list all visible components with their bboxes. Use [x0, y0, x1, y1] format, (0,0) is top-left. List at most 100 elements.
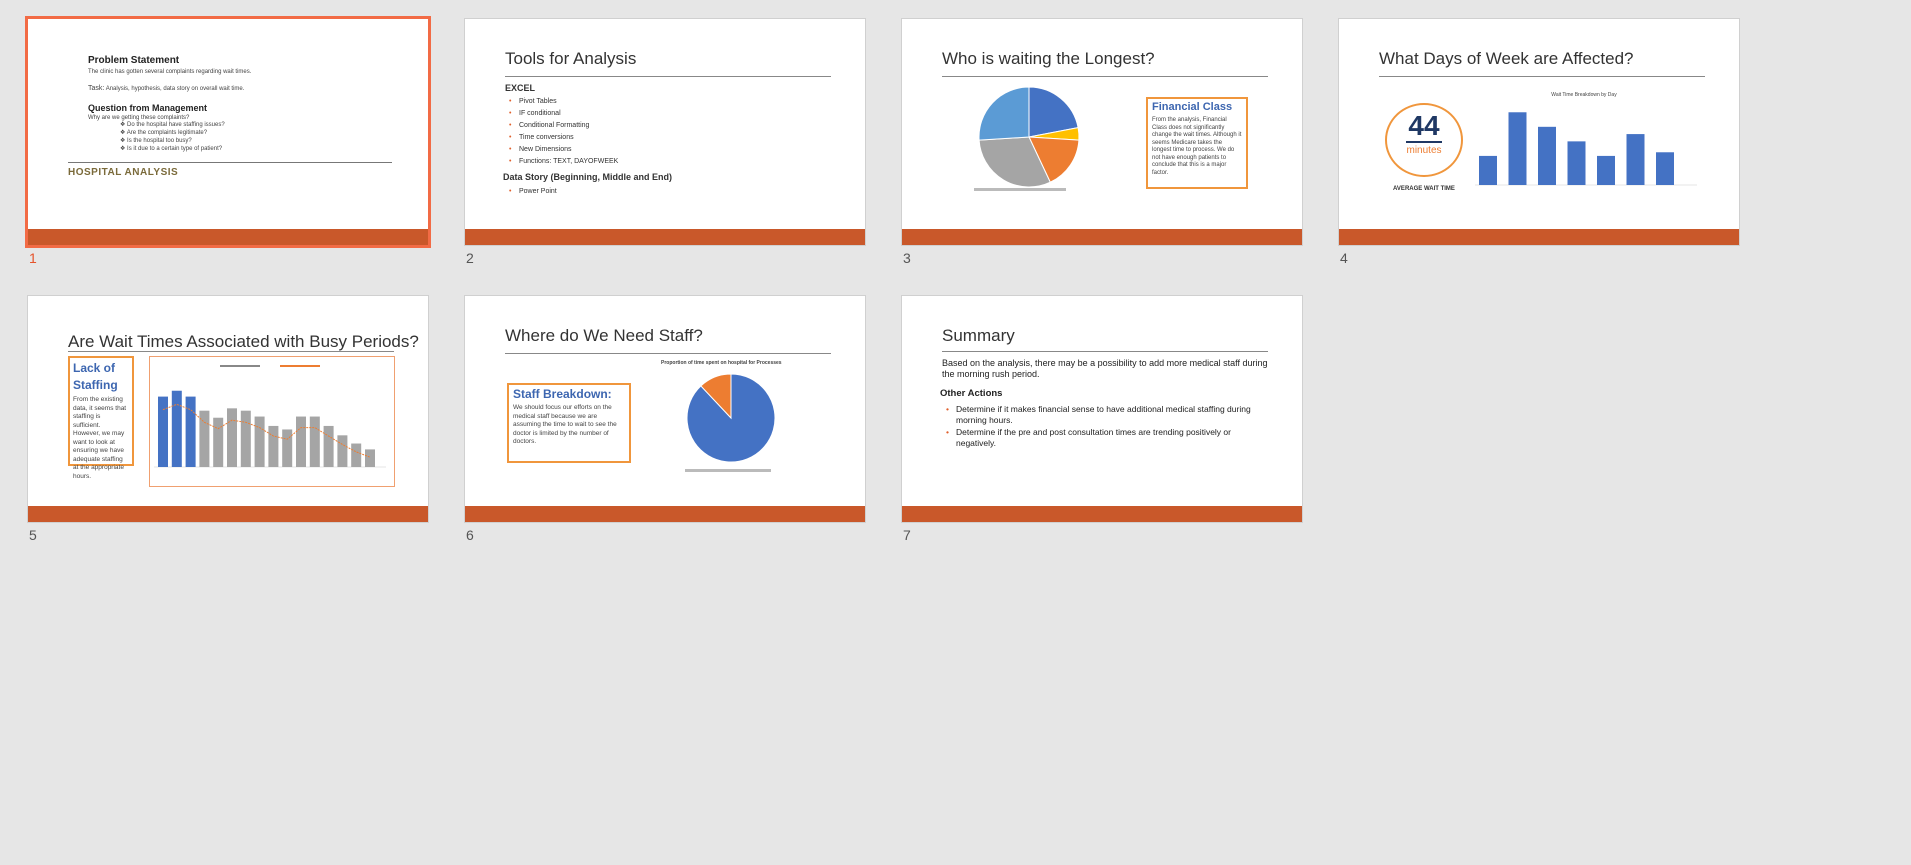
bar	[309, 416, 320, 467]
financial-class-box: Financial Class From the analysis, Finan…	[1146, 97, 1248, 189]
question-list: ❖ Do the hospital have staffing issues? …	[120, 121, 225, 153]
bar	[227, 408, 237, 467]
chart-title: Wait Time Breakdown by Day	[1551, 92, 1617, 98]
hospital-analysis-title: HOSPITAL ANALYSIS	[68, 167, 179, 178]
accent-band	[902, 229, 1302, 245]
legend-item	[220, 365, 260, 367]
financial-class-pie-chart	[974, 86, 1080, 191]
legend-item	[685, 469, 771, 472]
slide-title: Tools for Analysis	[505, 49, 637, 68]
bar	[1626, 134, 1645, 185]
average-wait-circle: 44 minutes	[1385, 103, 1463, 177]
list-item: New Dimensions	[509, 144, 618, 156]
box-text: From the analysis, Financial Class does …	[1152, 117, 1242, 176]
slide-title: Who is waiting the Longest?	[942, 49, 1155, 68]
slide-4[interactable]: What Days of Week are Affected? 44 minut…	[1338, 18, 1740, 246]
chart-title: Proportion of time spent on hospital for…	[661, 360, 782, 366]
bar	[171, 390, 182, 467]
title-rule	[942, 76, 1268, 77]
legend-item	[974, 188, 1066, 191]
lack-of-staffing-box: Lack of Staffing From the existing data,…	[68, 356, 134, 480]
staff-breakdown-box: Staff Breakdown: We should focus our eff…	[507, 383, 631, 463]
process-time-pie-chart	[685, 373, 776, 472]
bar	[1656, 152, 1674, 185]
accent-band	[28, 229, 428, 245]
accent-band	[465, 229, 865, 245]
slide-number: 5	[29, 527, 37, 543]
slide-number: 6	[466, 527, 474, 543]
value-underline	[1406, 141, 1442, 143]
other-actions-heading: Other Actions	[940, 388, 1003, 399]
slide-number: 4	[1340, 250, 1348, 266]
average-wait-unit: minutes	[1406, 145, 1442, 156]
box-text: We should focus our efforts on the medic…	[513, 404, 617, 445]
question-heading: Question from Management	[88, 103, 208, 113]
slide-6[interactable]: Where do We Need Staff? Staff Breakdown:…	[464, 295, 866, 523]
slide-number: 3	[903, 250, 911, 266]
bar	[351, 443, 362, 467]
slide-2[interactable]: Tools for Analysis EXCEL Pivot Tables IF…	[464, 18, 866, 246]
slide-7[interactable]: Summary Based on the analysis, there may…	[901, 295, 1303, 523]
bar	[268, 425, 279, 467]
bar	[158, 396, 168, 467]
task-label: Task:	[88, 85, 105, 92]
busy-period-chart-frame	[149, 356, 395, 487]
bar	[296, 416, 306, 467]
bar	[213, 417, 224, 467]
bar	[1597, 155, 1615, 185]
box-text: From the existing data, it seems that st…	[73, 396, 127, 480]
average-wait-caption: AVERAGE WAIT TIME	[1393, 186, 1455, 192]
list-item: ❖ Do the hospital have staffing issues?	[120, 122, 225, 128]
box-title: Financial Class	[1152, 101, 1233, 113]
list-item: Pivot Tables	[509, 96, 618, 108]
list-item: Power Point	[509, 188, 557, 195]
accent-band	[902, 506, 1302, 522]
section-heading: Data Story (Beginning, Middle and End)	[503, 172, 673, 182]
slide-number: 1	[29, 250, 37, 266]
legend-item	[280, 365, 320, 367]
slide-3[interactable]: Who is waiting the Longest? Financial Cl…	[901, 18, 1303, 246]
title-rule	[68, 351, 394, 352]
bar	[1508, 112, 1527, 185]
list-item: Functions: TEXT, DAYOFWEEK	[509, 156, 618, 168]
slide-1[interactable]: Problem Statement The clinic has gotten …	[25, 16, 431, 248]
slide-5[interactable]: Are Wait Times Associated with Busy Peri…	[27, 295, 429, 523]
list-item: ❖ Is it due to a certain type of patient…	[120, 146, 223, 152]
title-rule	[505, 76, 831, 77]
slide-title: What Days of Week are Affected?	[1379, 49, 1634, 68]
story-list: Power Point	[509, 188, 557, 195]
slide-title: Are Wait Times Associated with Busy Peri…	[68, 332, 419, 351]
title-rule	[1379, 76, 1705, 77]
list-item: Determine if the pre and post consultati…	[946, 427, 1266, 448]
problem-statement-text: The clinic has gotten several complaints…	[88, 69, 252, 75]
busy-period-combo-chart	[154, 365, 386, 468]
bar	[240, 410, 251, 467]
bar	[254, 416, 265, 467]
bar	[323, 425, 334, 467]
weekday-bar-chart	[1475, 112, 1697, 186]
pie-slice	[978, 86, 1030, 141]
chart-legend	[974, 188, 1066, 191]
problem-statement-heading: Problem Statement	[88, 55, 180, 66]
title-rule	[505, 353, 831, 354]
list-item: ❖ Are the complaints legitimate?	[120, 130, 208, 136]
average-wait-value: 44	[1408, 110, 1440, 141]
tool-list: Pivot Tables IF conditional Conditional …	[509, 96, 618, 168]
box-title: Lack of Staffing	[73, 361, 118, 392]
bar	[337, 435, 348, 467]
list-item: ❖ Is the hospital too busy?	[120, 138, 192, 144]
box-title: Staff Breakdown:	[513, 387, 612, 401]
slide-number: 7	[903, 527, 911, 543]
list-item: IF conditional	[509, 108, 618, 120]
accent-band	[1339, 229, 1739, 245]
bar	[1567, 141, 1586, 185]
bar	[282, 429, 293, 467]
bar	[1479, 155, 1497, 185]
list-item: Determine if it makes financial sense to…	[946, 404, 1266, 425]
accent-band	[28, 506, 428, 522]
bar	[185, 396, 196, 467]
summary-body: Based on the analysis, there may be a po…	[942, 358, 1268, 379]
slide-number: 2	[466, 250, 474, 266]
list-item: Conditional Formatting	[509, 120, 618, 132]
title-rule	[942, 351, 1268, 352]
